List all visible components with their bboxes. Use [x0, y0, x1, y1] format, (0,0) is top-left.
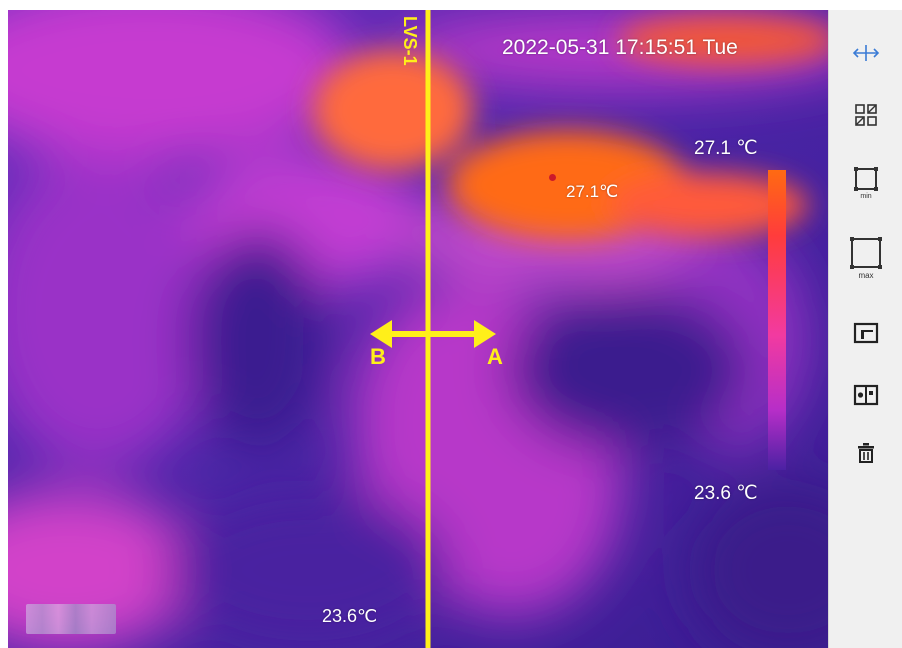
scale-min-temperature: 23.6 ℃: [694, 483, 758, 504]
cold-spot-temperature: 23.6℃: [322, 606, 378, 626]
tool-sidebar: min max: [828, 10, 902, 648]
grid-tool-button[interactable]: [849, 98, 883, 132]
max-box-tool-button[interactable]: max: [849, 236, 883, 280]
panel-dot-tool-button[interactable]: [849, 378, 883, 412]
thermal-viewer-app: LVS-1 B A 2022-05-31 17:15:51 Tue 27.1 ℃…: [0, 0, 902, 648]
grid-icon: [855, 104, 877, 126]
blurred-logo: [26, 604, 116, 634]
panel-icon: [853, 322, 879, 344]
measure-line-overlay: LVS-1 B A: [370, 10, 503, 648]
min-box-sub-label: min: [860, 193, 871, 200]
max-box-icon: max: [850, 237, 882, 280]
min-box-icon: min: [854, 167, 878, 200]
timestamp: 2022-05-31 17:15:51 Tue: [502, 36, 738, 59]
hot-spot-temperature: 27.1℃: [566, 182, 619, 201]
measure-line-name: LVS-1: [400, 16, 420, 66]
min-box-tool-button[interactable]: min: [849, 166, 883, 200]
panel-dot-icon: [853, 384, 879, 406]
trash-icon: [858, 443, 874, 463]
panel-tool-button[interactable]: [849, 316, 883, 350]
delete-tool-button[interactable]: [849, 436, 883, 470]
scale-max-temperature: 27.1 ℃: [694, 138, 758, 159]
thermal-image-view[interactable]: LVS-1 B A 2022-05-31 17:15:51 Tue 27.1 ℃…: [8, 10, 828, 648]
arrow-label-b: B: [370, 344, 386, 369]
max-box-sub-label: max: [858, 271, 873, 280]
move-tool-button[interactable]: [849, 36, 883, 70]
move-icon: [852, 45, 880, 61]
arrow-label-a: A: [487, 344, 503, 369]
